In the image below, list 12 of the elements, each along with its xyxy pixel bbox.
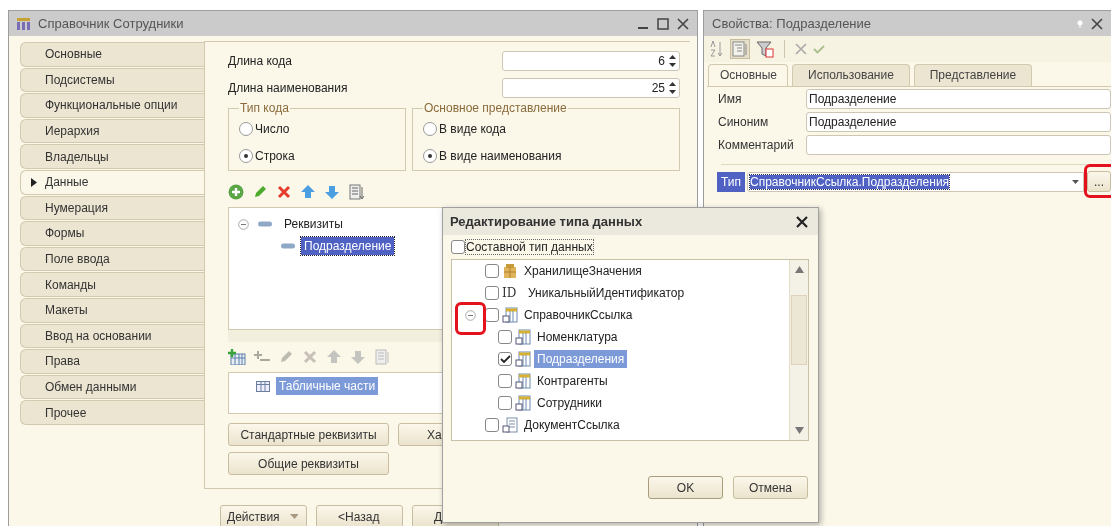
field-label: Длина кода [228, 54, 292, 68]
field-label: Комментарий [718, 137, 795, 152]
group-title: Тип кода [239, 101, 290, 115]
field-label: Длина наименования [228, 81, 348, 95]
id-label: ID [502, 286, 518, 300]
dialog-title: Редактирование типа данных [450, 214, 643, 229]
field-label: Тип [717, 171, 745, 192]
window-title: Свойства: Подразделение [712, 16, 872, 31]
window-title: Справочник Сотрудники [38, 16, 184, 31]
group-title: Основное представление [423, 101, 568, 115]
field-label: Имя [718, 91, 743, 106]
field-label: Синоним [718, 114, 770, 129]
